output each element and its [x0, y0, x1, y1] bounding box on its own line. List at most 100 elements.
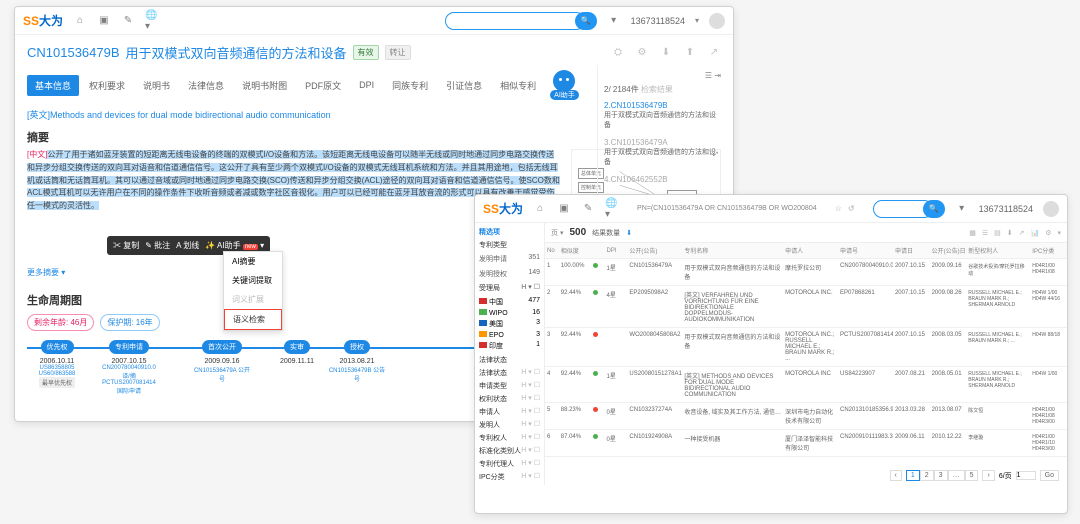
globe-icon[interactable]: 🌐▾: [605, 202, 619, 216]
page-number[interactable]: 3: [934, 470, 948, 481]
tab-claims[interactable]: 权利要求: [81, 75, 133, 96]
globe-icon[interactable]: 🌐▾: [145, 14, 159, 28]
tab-figs[interactable]: 说明书附图: [234, 75, 295, 96]
filter-group[interactable]: 法律状态H ▾ ☐: [479, 368, 540, 378]
filter-region-item[interactable]: 中国477: [479, 296, 540, 308]
tl-grant[interactable]: 授权: [344, 340, 370, 354]
list-icon[interactable]: ☰: [982, 229, 988, 237]
popup-underline[interactable]: A 划线: [176, 240, 199, 251]
filter-region-item[interactable]: WIPO16: [479, 308, 540, 318]
filter-group[interactable]: IPC分类H ▾ ☐: [479, 472, 540, 482]
ai-assistant[interactable]: AI助手: [550, 70, 579, 100]
search-button[interactable]: 🔍: [575, 12, 597, 30]
col-header[interactable]: DPI: [605, 243, 628, 259]
edit-icon[interactable]: ✎: [581, 202, 595, 216]
tab-basic[interactable]: 基本信息: [27, 75, 79, 96]
export-icon[interactable]: ↗: [1019, 229, 1025, 237]
page-number[interactable]: 5: [965, 470, 979, 481]
goto-input[interactable]: [1016, 471, 1036, 480]
col-header[interactable]: [591, 243, 605, 259]
collapse-icon[interactable]: ⇥: [714, 71, 721, 80]
col-header[interactable]: 申请人: [783, 243, 838, 259]
side-item[interactable]: 4.CN106462552B: [604, 173, 721, 186]
edit-icon[interactable]: ✎: [121, 14, 135, 28]
page-next[interactable]: ›: [982, 470, 994, 481]
filter-region-item[interactable]: 印度1: [479, 340, 540, 352]
side-item[interactable]: 3.CN101536479A 用于双模式双向音频通信的方法和设备: [604, 136, 721, 169]
bookmark-icon[interactable]: ☆: [835, 204, 842, 213]
cube-icon[interactable]: ▣: [97, 14, 111, 28]
tab-desc[interactable]: 说明书: [135, 75, 178, 96]
gear-icon[interactable]: ⚙: [635, 46, 649, 60]
history-icon[interactable]: ↺: [848, 204, 855, 213]
filter-group[interactable]: 专利代理人H ▾ ☐: [479, 459, 540, 469]
table-row[interactable]: 4 92.44% 1星 US20080151278A1 [英文] METHODS…: [545, 367, 1067, 403]
tl-first-pub[interactable]: 首次公开: [202, 340, 242, 354]
dropdown-ai-summary[interactable]: AI摘要: [224, 252, 282, 271]
bell-icon[interactable]: ▾: [607, 14, 621, 28]
page-number[interactable]: 2: [920, 470, 934, 481]
page-number[interactable]: 1: [906, 470, 920, 481]
settings-icon[interactable]: ⚙: [1045, 229, 1051, 237]
table-row[interactable]: 6 87.04% 0星 CN101924908A 一种接受机器 厦门泽泽智能科技…: [545, 430, 1067, 457]
share-icon[interactable]: ↗: [707, 46, 721, 60]
cube-icon[interactable]: ▣: [557, 202, 571, 216]
grid-icon[interactable]: ▦: [969, 229, 976, 237]
home-icon[interactable]: ⌂: [533, 202, 547, 216]
avatar[interactable]: [1043, 201, 1059, 217]
tab-family[interactable]: 同族专利: [384, 75, 436, 96]
filter-group[interactable]: 申请人H ▾ ☐: [479, 407, 540, 417]
col-header[interactable]: 公开(公告): [627, 243, 682, 259]
filter-group[interactable]: 申请类型H ▾ ☐: [479, 381, 540, 391]
card-icon[interactable]: ▤: [994, 229, 1001, 237]
col-header[interactable]: 相似度: [559, 243, 591, 259]
tab-similar[interactable]: 相似专利: [492, 75, 544, 96]
upload-icon[interactable]: ⬆: [683, 46, 697, 60]
page-prev[interactable]: ‹: [890, 470, 902, 481]
lamp-icon[interactable]: ⛭: [611, 46, 625, 60]
chart-icon[interactable]: 📊: [1030, 229, 1039, 237]
list-icon[interactable]: ☰: [705, 71, 712, 80]
table-row[interactable]: 2 92.44% 4星 EP2095098A2 [英文] VERFAHREN U…: [545, 286, 1067, 328]
popup-ai[interactable]: ✨ AI助手 new ▾: [205, 240, 264, 251]
filter-region-item[interactable]: 美国3: [479, 318, 540, 330]
search-button-2[interactable]: 🔍: [923, 200, 945, 218]
col-header[interactable]: 专利名称: [682, 243, 783, 259]
filter-group[interactable]: 权利状态H ▾ ☐: [479, 394, 540, 404]
tab-dpi[interactable]: DPI: [351, 76, 382, 94]
filter-region-item[interactable]: EPO3: [479, 330, 540, 340]
search-input[interactable]: [445, 12, 585, 30]
table-row[interactable]: 1 100.00% 1星 CN101536479A 用于双模式双向音频通信的方法…: [545, 259, 1067, 286]
tl-exam[interactable]: 实审: [284, 340, 310, 354]
tab-legal[interactable]: 法律信息: [180, 75, 232, 96]
col-header[interactable]: 新型权利人: [966, 243, 1030, 259]
col-header[interactable]: 公开(公告)日: [930, 243, 967, 259]
tab-pdf[interactable]: PDF原文: [297, 75, 349, 96]
popup-note[interactable]: ✎ 批注: [145, 240, 170, 251]
home-icon[interactable]: ⌂: [73, 14, 87, 28]
page-number[interactable]: …: [948, 470, 965, 481]
side-item[interactable]: 2.CN101536479B 用于双模式双向音频通信的方法和设备: [604, 99, 721, 132]
filter-group[interactable]: 专利权人H ▾ ☐: [479, 433, 540, 443]
tab-citation[interactable]: 引证信息: [438, 75, 490, 96]
table-row[interactable]: 5 88.23% 0星 CN103237274A 收音设备, 域实及其工作方法,…: [545, 403, 1067, 430]
filter-group[interactable]: 发明人H ▾ ☐: [479, 420, 540, 430]
goto-button[interactable]: Go: [1040, 470, 1059, 481]
col-header[interactable]: 申请号: [838, 243, 893, 259]
col-header[interactable]: IPC分类: [1030, 243, 1067, 259]
filter-group[interactable]: 标准化类别人H ▾ ☐: [479, 446, 540, 456]
dropdown-keyword[interactable]: 关键词提取: [224, 271, 282, 290]
tl-application[interactable]: 专利申请: [109, 340, 149, 354]
table-row[interactable]: 3 92.44% WO2008045808A2 用于双模式双向音频通信的方法和设…: [545, 328, 1067, 367]
tl-priority[interactable]: 优先权: [41, 340, 74, 354]
popup-copy[interactable]: ✂ 复制: [113, 240, 139, 251]
dropdown-semantic-search[interactable]: 语义检索: [224, 309, 282, 330]
bell-icon[interactable]: ▾: [955, 202, 969, 216]
col-header[interactable]: No: [545, 243, 559, 259]
avatar[interactable]: [709, 13, 725, 29]
col-header[interactable]: 申请日: [893, 243, 930, 259]
filter-icon[interactable]: ▾: [1057, 229, 1061, 237]
dropdown-expand[interactable]: 词义扩展: [224, 290, 282, 309]
download-icon[interactable]: ⬇: [1007, 229, 1013, 237]
download-icon[interactable]: ⬇: [659, 46, 673, 60]
